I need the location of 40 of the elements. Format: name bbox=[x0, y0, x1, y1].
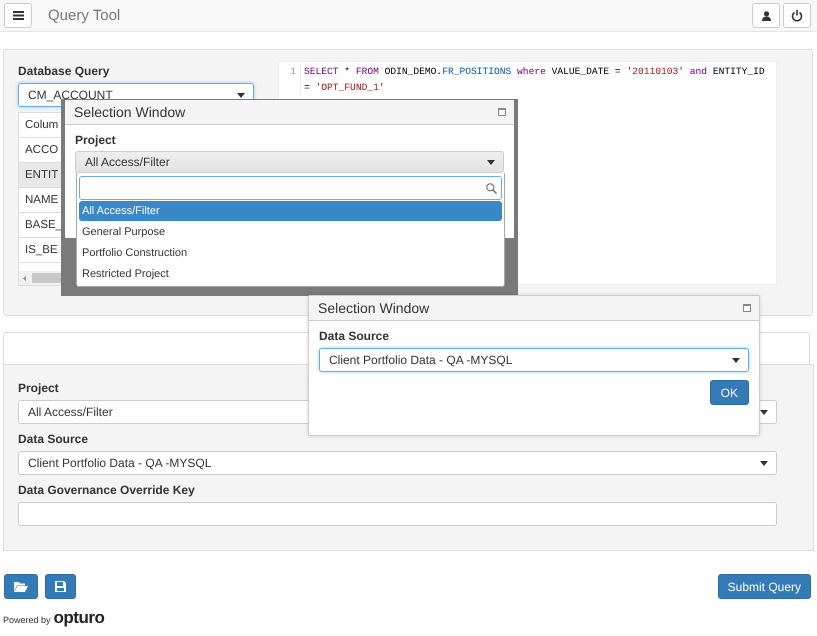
menu-icon bbox=[12, 11, 24, 20]
caret-icon bbox=[760, 410, 768, 414]
select-field[interactable]: Client Portfolio Data - QA -MYSQL bbox=[18, 451, 777, 475]
maximize-icon[interactable] bbox=[743, 304, 751, 312]
select-field[interactable]: Client Portfolio Data - QA -MYSQL bbox=[319, 348, 749, 372]
field-label: Data Source bbox=[18, 432, 88, 446]
scrollbar[interactable] bbox=[19, 271, 61, 285]
table-cell[interactable]: ENTIT bbox=[19, 163, 61, 188]
open-button[interactable] bbox=[4, 574, 38, 599]
user-button[interactable] bbox=[752, 3, 780, 28]
search-icon bbox=[486, 182, 497, 194]
field-label: Project bbox=[75, 133, 116, 147]
line-number: 1 bbox=[290, 65, 296, 79]
search-field[interactable] bbox=[79, 176, 502, 200]
field-label: Project bbox=[18, 381, 59, 395]
brand-logo: opturo bbox=[54, 608, 104, 628]
menu-button[interactable] bbox=[4, 3, 32, 28]
save-button[interactable] bbox=[45, 574, 76, 599]
field-label: Data Source bbox=[319, 329, 390, 343]
window-title: Selection Window bbox=[74, 104, 186, 120]
select-field[interactable]: All Access/Filter bbox=[75, 151, 504, 173]
scroll-left-icon[interactable] bbox=[23, 274, 26, 282]
powered-by-text: Powered by bbox=[3, 615, 51, 625]
page-title: Query Tool bbox=[48, 7, 120, 24]
power-button[interactable] bbox=[783, 3, 811, 28]
dropdown-option[interactable]: All Access/Filter bbox=[79, 201, 502, 221]
field-label: Database Query bbox=[18, 64, 110, 78]
maximize-icon[interactable] bbox=[498, 108, 506, 116]
power-icon bbox=[791, 10, 803, 22]
input-field[interactable] bbox=[18, 502, 777, 526]
code-line: SELECT * FROM ODIN_DEMO.FR_POSITIONS where VALUE_DATE = '20110103' and ENTITY_ID = 'OPT_FUND_1' bbox=[303, 65, 766, 95]
user-icon bbox=[762, 10, 770, 20]
window-title: Selection Window bbox=[318, 300, 430, 316]
caret-icon bbox=[760, 460, 768, 466]
floppy-icon bbox=[55, 581, 66, 592]
submit-button[interactable]: Submit Query bbox=[718, 574, 811, 599]
caret-icon bbox=[487, 160, 495, 164]
ok-button[interactable]: OK bbox=[710, 380, 749, 405]
folder-icon bbox=[14, 581, 28, 592]
field-label: Data Governance Override Key bbox=[18, 483, 195, 497]
